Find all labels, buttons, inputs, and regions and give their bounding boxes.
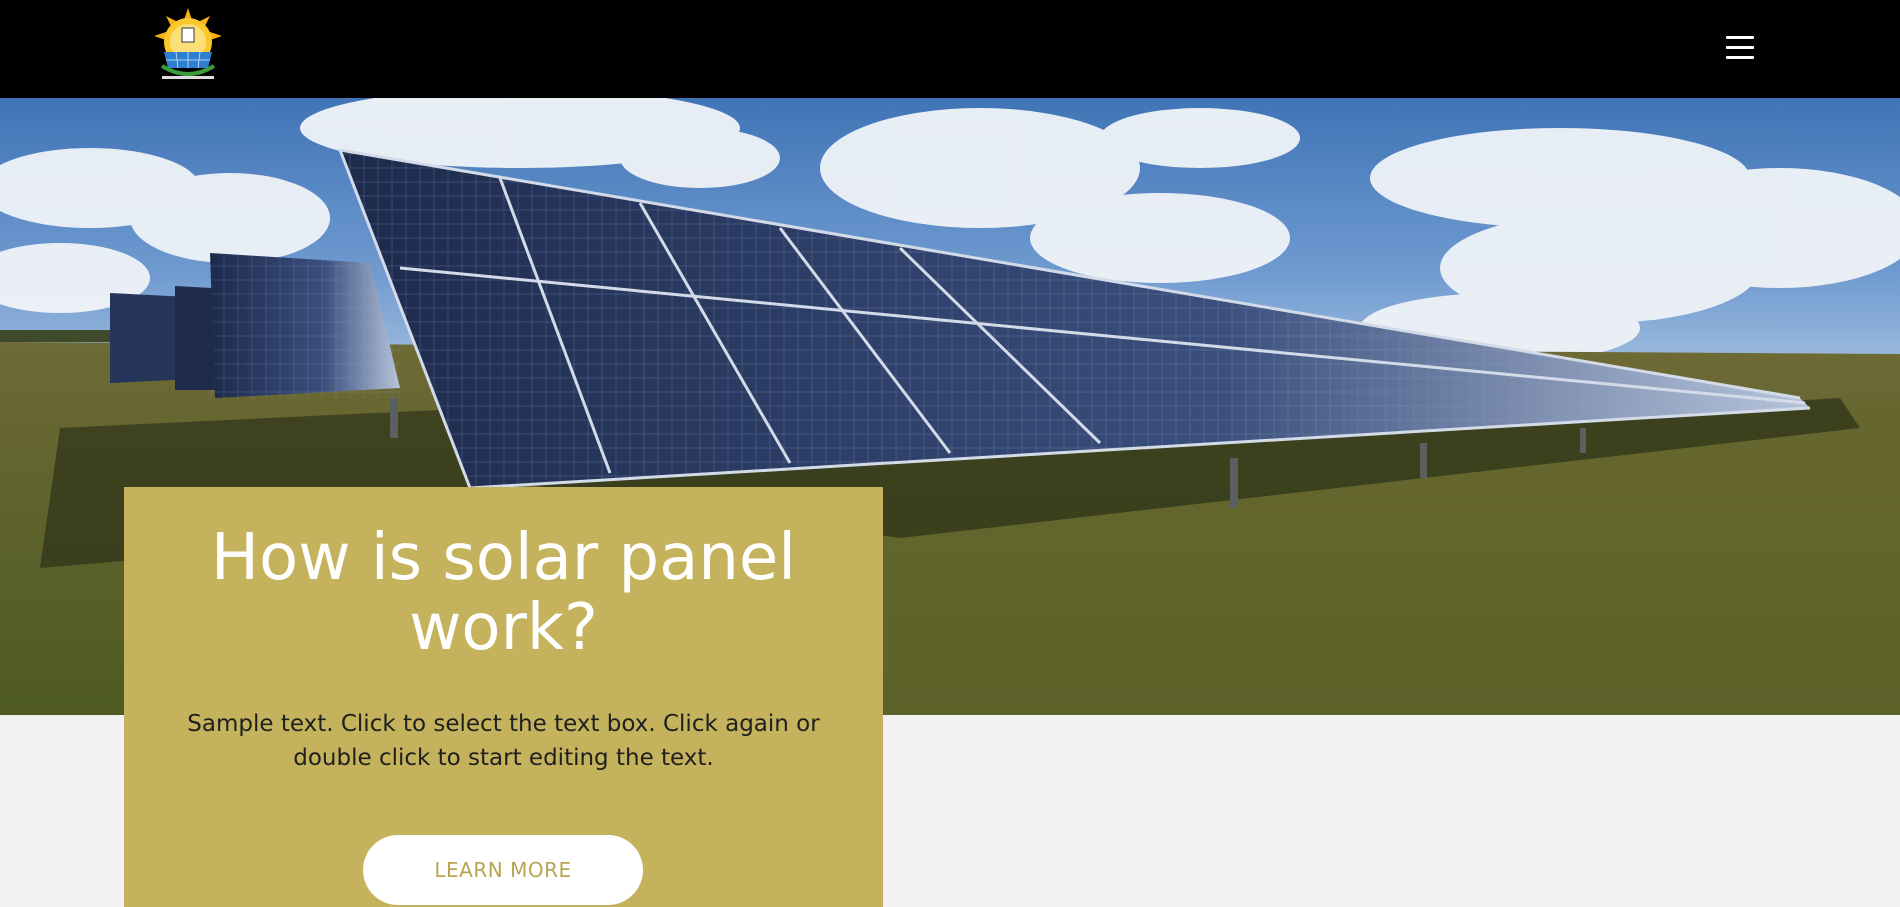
learn-more-button[interactable]: LEARN MORE xyxy=(363,835,643,905)
hero-description: Sample text. Click to select the text bo… xyxy=(187,711,820,771)
hamburger-menu-button[interactable] xyxy=(1722,28,1760,68)
site-logo[interactable] xyxy=(150,8,226,84)
menu-bar-icon xyxy=(1726,46,1754,49)
hero-title: How is solar panel work? xyxy=(210,521,797,665)
sun-solar-logo-icon xyxy=(154,8,222,79)
menu-bar-icon xyxy=(1726,36,1754,39)
menu-bar-icon xyxy=(1726,56,1754,59)
site-header xyxy=(0,0,1900,98)
hero-card: How is solar panel work? Sample text. Cl… xyxy=(124,487,883,907)
